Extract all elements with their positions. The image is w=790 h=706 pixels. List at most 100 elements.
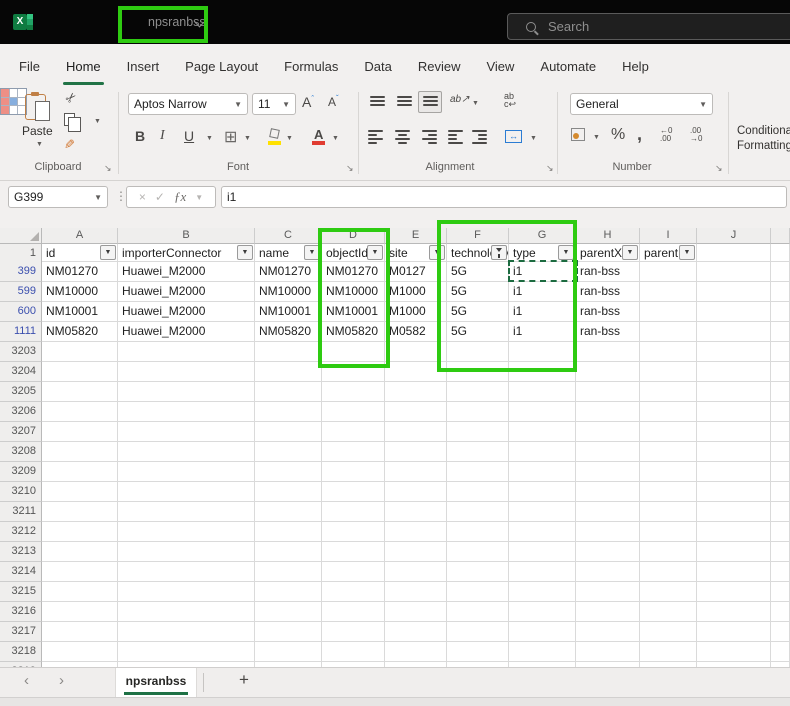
cell[interactable]: [255, 442, 322, 462]
cell[interactable]: [42, 422, 118, 442]
filter-dropdown-icon[interactable]: ▼: [237, 245, 253, 260]
decrease-indent-icon[interactable]: [448, 130, 463, 144]
cell[interactable]: [118, 442, 255, 462]
cell[interactable]: [576, 402, 640, 422]
cell[interactable]: [322, 442, 385, 462]
accounting-format-icon[interactable]: [571, 128, 585, 141]
cell[interactable]: [771, 562, 790, 582]
column-header-G[interactable]: G: [509, 228, 576, 244]
cell[interactable]: [697, 562, 771, 582]
column-header-B[interactable]: B: [118, 228, 255, 244]
align-top-icon[interactable]: [370, 96, 385, 106]
ribbon-tab-insert[interactable]: Insert: [114, 44, 173, 88]
cell[interactable]: [447, 402, 509, 422]
cell[interactable]: [640, 442, 697, 462]
number-format-select[interactable]: General▼: [570, 93, 713, 115]
row-header-3209[interactable]: 3209: [0, 462, 42, 482]
cell[interactable]: [322, 382, 385, 402]
cell[interactable]: 5G: [447, 282, 509, 302]
chevron-down-icon[interactable]: ▼: [195, 193, 203, 202]
row-header-3214[interactable]: 3214: [0, 562, 42, 582]
cell[interactable]: [255, 422, 322, 442]
cell[interactable]: [640, 622, 697, 642]
cell[interactable]: [640, 402, 697, 422]
ribbon-tab-file[interactable]: File: [6, 44, 53, 88]
cell[interactable]: [42, 622, 118, 642]
row-header-3216[interactable]: 3216: [0, 602, 42, 622]
cell[interactable]: [576, 562, 640, 582]
row-header-3212[interactable]: 3212: [0, 522, 42, 542]
cell[interactable]: [697, 502, 771, 522]
sheet-tab-npsranbss[interactable]: npsranbss: [115, 668, 197, 697]
header-cell-parentId[interactable]: parentId▼: [640, 244, 697, 262]
cell[interactable]: [42, 522, 118, 542]
cell[interactable]: [697, 402, 771, 422]
cell[interactable]: [385, 522, 447, 542]
cell[interactable]: [42, 642, 118, 662]
cell[interactable]: [640, 562, 697, 582]
cell[interactable]: [42, 362, 118, 382]
cell[interactable]: [509, 582, 576, 602]
cell[interactable]: [385, 402, 447, 422]
row-header-599[interactable]: 599: [0, 282, 42, 302]
cell[interactable]: Huawei_M2000: [118, 282, 255, 302]
font-color-swatch[interactable]: [312, 141, 325, 145]
cell[interactable]: [447, 562, 509, 582]
cell[interactable]: NM01270: [42, 262, 118, 282]
cell[interactable]: [322, 342, 385, 362]
align-middle-icon[interactable]: [397, 96, 412, 106]
header-cell-parentX[interactable]: parentX▼: [576, 244, 640, 262]
increase-decimal-icon[interactable]: ←0.00: [660, 127, 672, 143]
row-header-1[interactable]: 1: [0, 244, 42, 264]
copy-dropdown-icon[interactable]: ▼: [94, 118, 101, 125]
cell[interactable]: [576, 462, 640, 482]
merge-center-icon[interactable]: ↔: [505, 130, 522, 143]
cell[interactable]: [42, 482, 118, 502]
merge-dropdown-icon[interactable]: ▼: [530, 135, 537, 142]
cell[interactable]: [255, 482, 322, 502]
cell[interactable]: [509, 502, 576, 522]
cell[interactable]: [322, 642, 385, 662]
cell[interactable]: [447, 582, 509, 602]
column-header-J[interactable]: J: [697, 228, 771, 244]
filter-dropdown-icon[interactable]: ▼: [558, 245, 574, 260]
cell[interactable]: [509, 402, 576, 422]
cell[interactable]: [771, 362, 790, 382]
cell[interactable]: [576, 502, 640, 522]
decrease-font-size-button[interactable]: Aˇ: [328, 94, 339, 109]
cell[interactable]: 5G: [447, 302, 509, 322]
cell[interactable]: [322, 402, 385, 422]
cell[interactable]: [509, 562, 576, 582]
cell[interactable]: [385, 502, 447, 522]
row-header-3210[interactable]: 3210: [0, 482, 42, 502]
cell[interactable]: [640, 502, 697, 522]
align-center-icon[interactable]: [395, 130, 410, 144]
cell[interactable]: [640, 362, 697, 382]
row-header-3217[interactable]: 3217: [0, 622, 42, 642]
align-bottom-icon[interactable]: [423, 96, 438, 106]
cell[interactable]: [697, 282, 771, 302]
cell[interactable]: [697, 582, 771, 602]
cell[interactable]: [697, 602, 771, 622]
cell[interactable]: i1: [509, 322, 576, 342]
row-header-3213[interactable]: 3213: [0, 542, 42, 562]
cell[interactable]: [385, 382, 447, 402]
cell[interactable]: [385, 642, 447, 662]
prev-sheet-icon[interactable]: ‹: [24, 672, 29, 689]
cell[interactable]: [576, 582, 640, 602]
cell[interactable]: [118, 602, 255, 622]
cell[interactable]: NM10001: [255, 302, 322, 322]
cell[interactable]: [42, 542, 118, 562]
fill-color-icon[interactable]: [269, 128, 280, 139]
cell[interactable]: [322, 522, 385, 542]
name-box[interactable]: G399 ▼: [8, 186, 108, 208]
fill-color-dropdown-icon[interactable]: ▼: [286, 135, 293, 142]
filter-dropdown-icon[interactable]: ▼: [679, 245, 695, 260]
ribbon-tab-data[interactable]: Data: [351, 44, 404, 88]
cell[interactable]: ran-bss: [576, 282, 640, 302]
cell[interactable]: [640, 542, 697, 562]
cell[interactable]: [576, 642, 640, 662]
cell[interactable]: [118, 622, 255, 642]
cell[interactable]: [640, 462, 697, 482]
cell[interactable]: [255, 502, 322, 522]
